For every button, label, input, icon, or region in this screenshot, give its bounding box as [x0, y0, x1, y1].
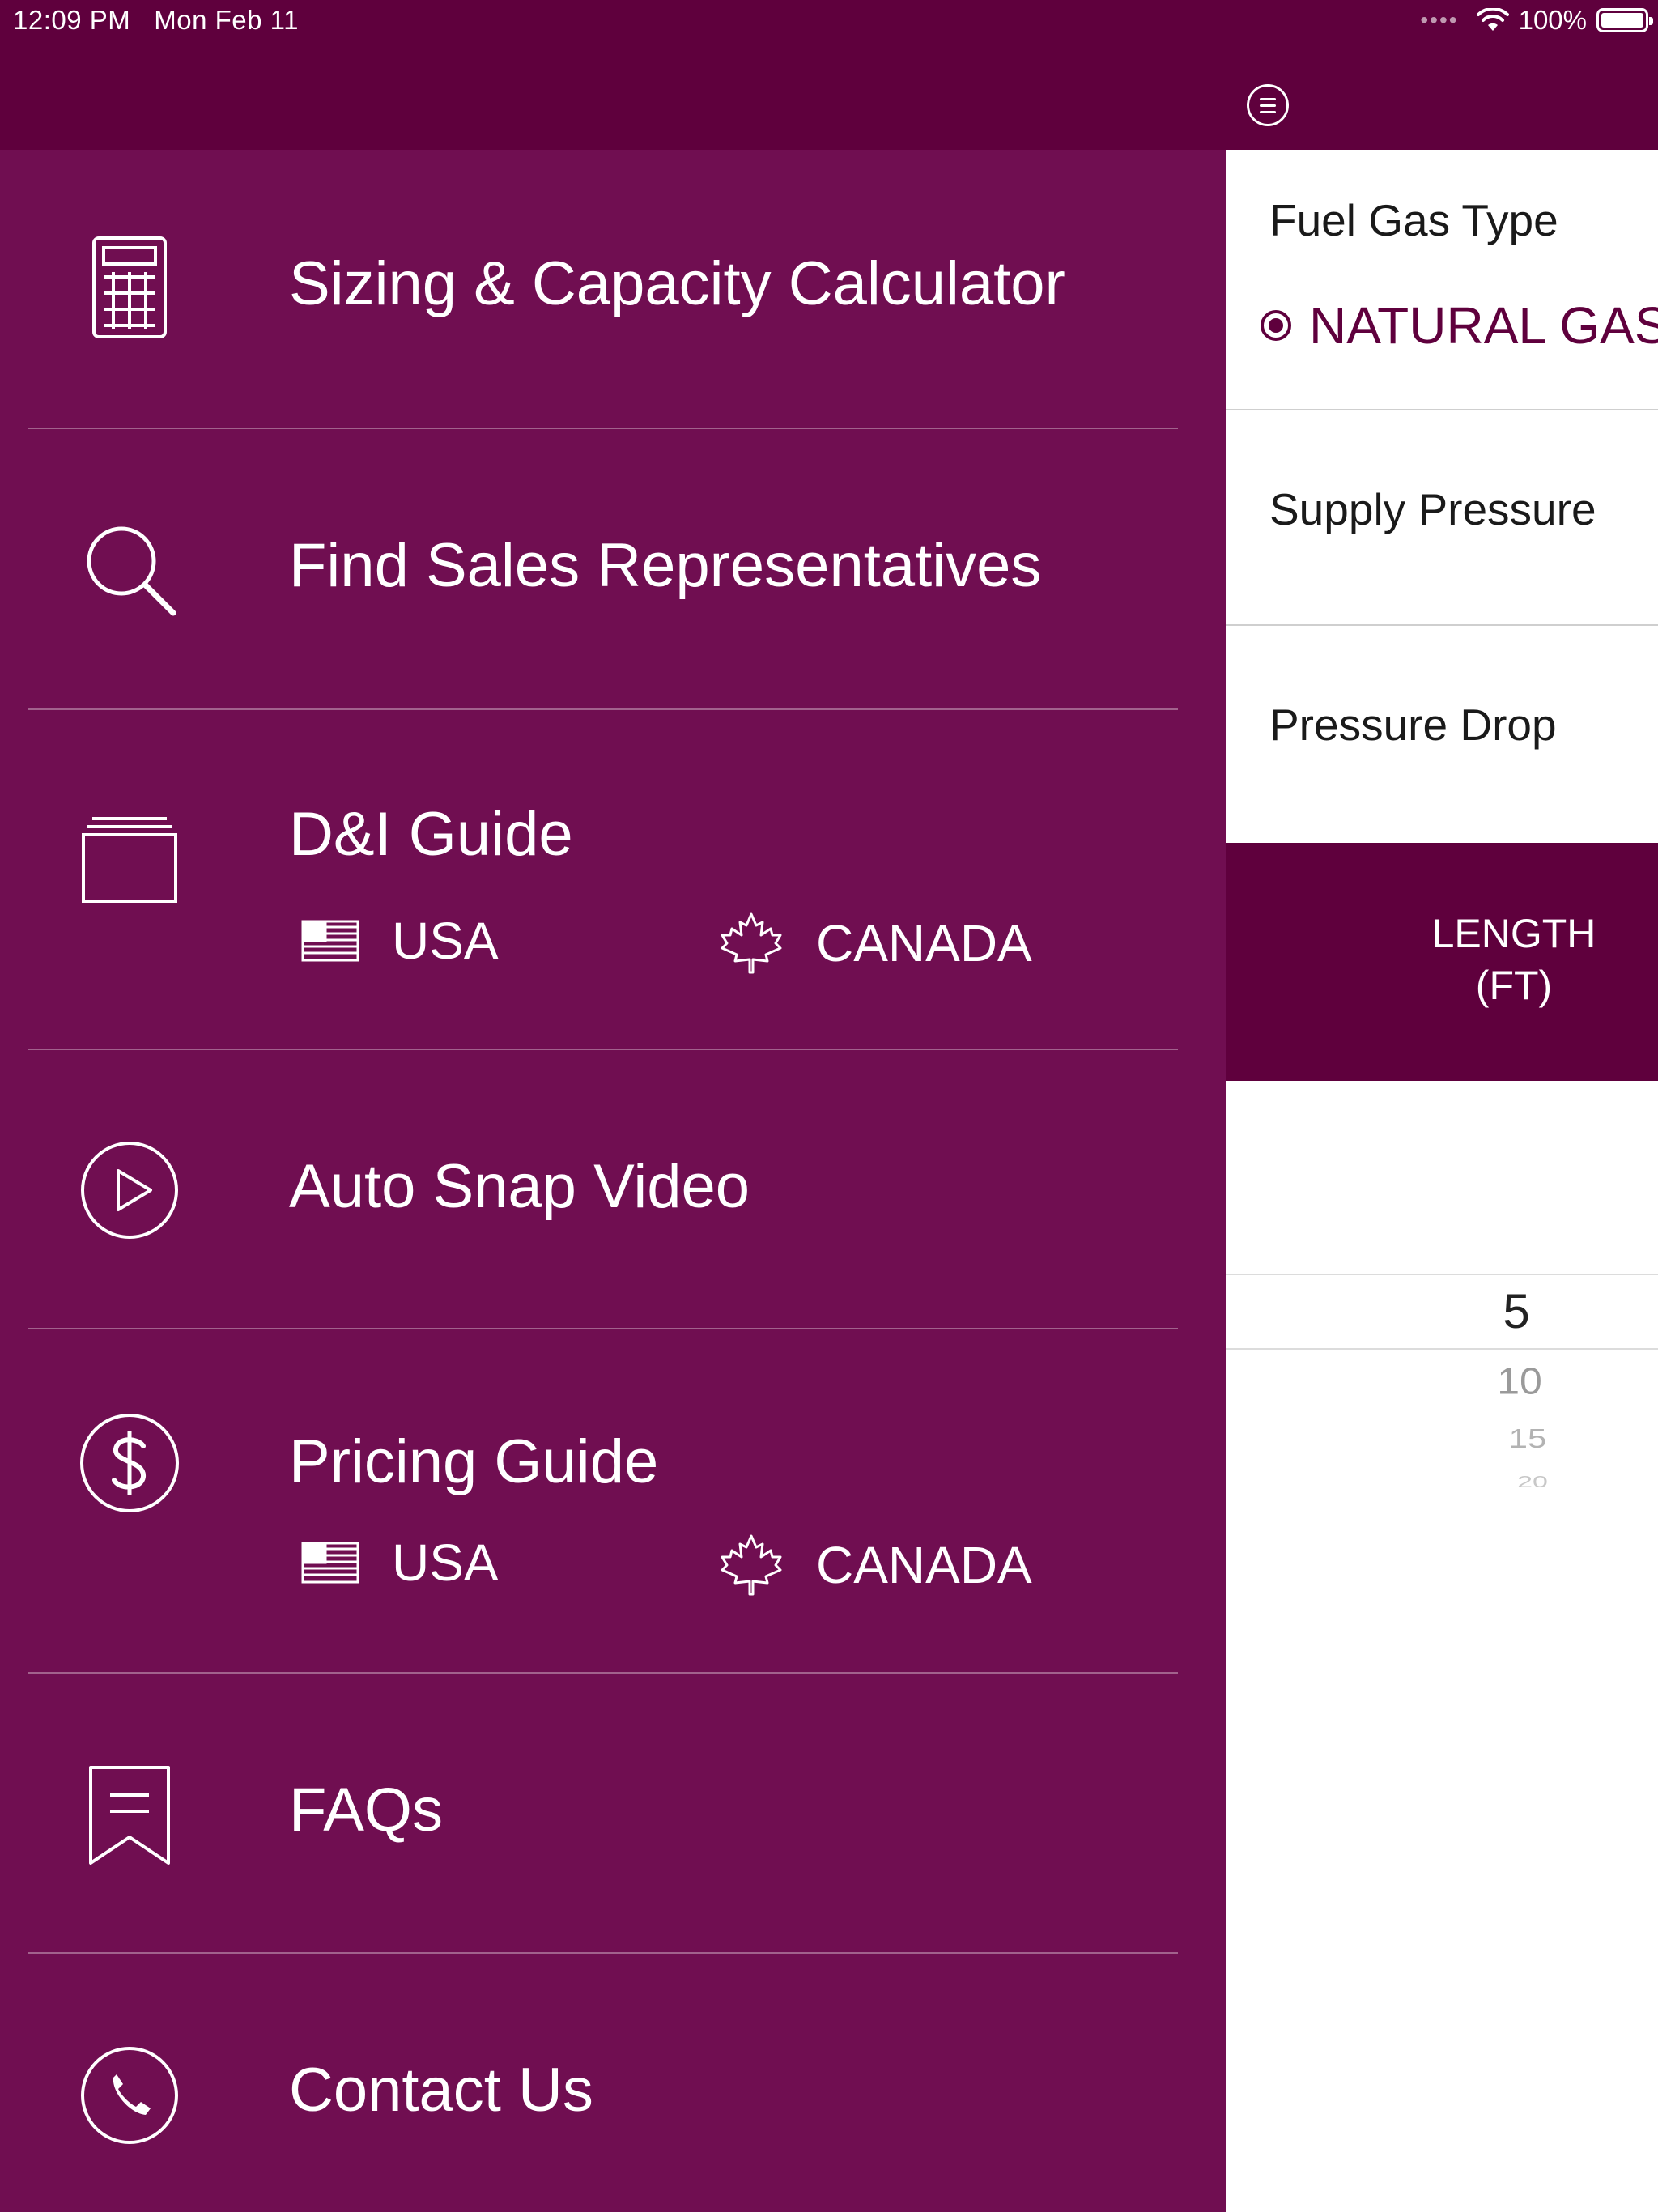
calculator-icon: [77, 235, 182, 340]
menu-line-icon: [1260, 110, 1276, 113]
menu-item-label: Sizing & Capacity Calculator: [289, 249, 1065, 318]
menu-item-label: FAQs: [289, 1776, 444, 1844]
supply-pressure-field[interactable]: Supply Pressure: [1226, 410, 1658, 626]
status-time: 12:09 PM Mon Feb 11: [13, 5, 299, 36]
menu-item-label: Pricing Guide: [289, 1427, 659, 1496]
menu-item-di-guide[interactable]: D&I Guide: [0, 710, 1226, 1050]
length-column-header: LENGTH (FT): [1226, 843, 1658, 1081]
picker-selection-bottom: [1226, 1348, 1658, 1350]
maple-leaf-icon: [721, 1534, 782, 1596]
bookmark-icon: [77, 1763, 182, 1868]
di-guide-usa-link[interactable]: USA: [301, 911, 499, 971]
dollar-icon: [77, 1410, 182, 1516]
pricing-guide-canada-label: CANADA: [816, 1536, 1032, 1594]
menu-item-auto-snap-video[interactable]: Auto Snap Video: [0, 1050, 1226, 1329]
usa-flag-icon: [301, 1542, 359, 1584]
menu-item-pricing-guide[interactable]: Pricing Guide: [0, 1329, 1226, 1670]
menu-item-label: Contact Us: [289, 2056, 593, 2125]
menu-line-icon: [1260, 104, 1276, 107]
menu-toggle-button[interactable]: [1247, 84, 1289, 126]
fuel-gas-type-label: Fuel Gas Type: [1269, 195, 1558, 245]
pricing-guide-canada-link[interactable]: CANADA: [719, 1533, 1032, 1597]
di-guide-usa-label: USA: [392, 912, 499, 970]
length-header-label: LENGTH (FT): [1431, 911, 1596, 1008]
status-date: Mon Feb 11: [154, 5, 299, 35]
menu-item-faqs[interactable]: FAQs: [0, 1674, 1226, 1953]
radio-selected-icon: [1261, 310, 1291, 341]
battery-percent: 100%: [1518, 5, 1587, 35]
di-guide-canada-label: CANADA: [816, 914, 1032, 972]
status-clock: 12:09 PM: [13, 5, 131, 35]
pressure-drop-field[interactable]: Pressure Drop: [1226, 626, 1658, 843]
menu-item-contact-us[interactable]: Contact Us: [0, 1954, 1226, 2212]
phone-icon: [77, 2043, 182, 2148]
pricing-guide-usa-label: USA: [392, 1534, 499, 1592]
status-indicators: •••• 100%: [1420, 5, 1653, 36]
picker-value[interactable]: 10: [1398, 1359, 1641, 1402]
usa-flag-icon: [301, 920, 359, 962]
picker-selection-top: [1226, 1274, 1658, 1275]
supply-pressure-label: Supply Pressure: [1269, 484, 1596, 534]
menu-item-sizing-calculator[interactable]: Sizing & Capacity Calculator: [0, 150, 1226, 429]
search-icon: [77, 517, 182, 622]
signal-icon: ••••: [1420, 7, 1459, 32]
menu-item-find-sales-reps[interactable]: Find Sales Representatives: [0, 429, 1226, 710]
side-menu: Sizing & Capacity Calculator Find Sales …: [0, 150, 1226, 2212]
menu-item-label: Find Sales Representatives: [289, 531, 1042, 600]
top-bar: 12:09 PM Mon Feb 11 •••• 100%: [0, 0, 1658, 150]
menu-item-label: D&I Guide: [289, 800, 573, 869]
maple-leaf-icon: [721, 912, 782, 974]
di-guide-canada-link[interactable]: CANADA: [719, 911, 1032, 976]
menu-item-label: Auto Snap Video: [289, 1152, 750, 1221]
picker-value[interactable]: 20: [1411, 1473, 1654, 1491]
fuel-gas-type-field: Fuel Gas Type NATURAL GAS: [1226, 150, 1658, 410]
natural-gas-radio[interactable]: NATURAL GAS: [1261, 296, 1658, 355]
picker-value[interactable]: 15: [1406, 1423, 1649, 1454]
wifi-icon: [1476, 8, 1509, 31]
pricing-guide-usa-link[interactable]: USA: [301, 1533, 499, 1593]
calculator-content: Fuel Gas Type NATURAL GAS Supply Pressur…: [1226, 150, 1658, 2212]
natural-gas-label: NATURAL GAS: [1309, 296, 1658, 355]
picker-value[interactable]: 5: [1395, 1283, 1638, 1339]
folder-icon: [77, 807, 182, 912]
pressure-drop-label: Pressure Drop: [1269, 700, 1557, 750]
menu-line-icon: [1260, 97, 1276, 100]
play-icon: [77, 1138, 182, 1243]
battery-icon: [1596, 8, 1653, 32]
